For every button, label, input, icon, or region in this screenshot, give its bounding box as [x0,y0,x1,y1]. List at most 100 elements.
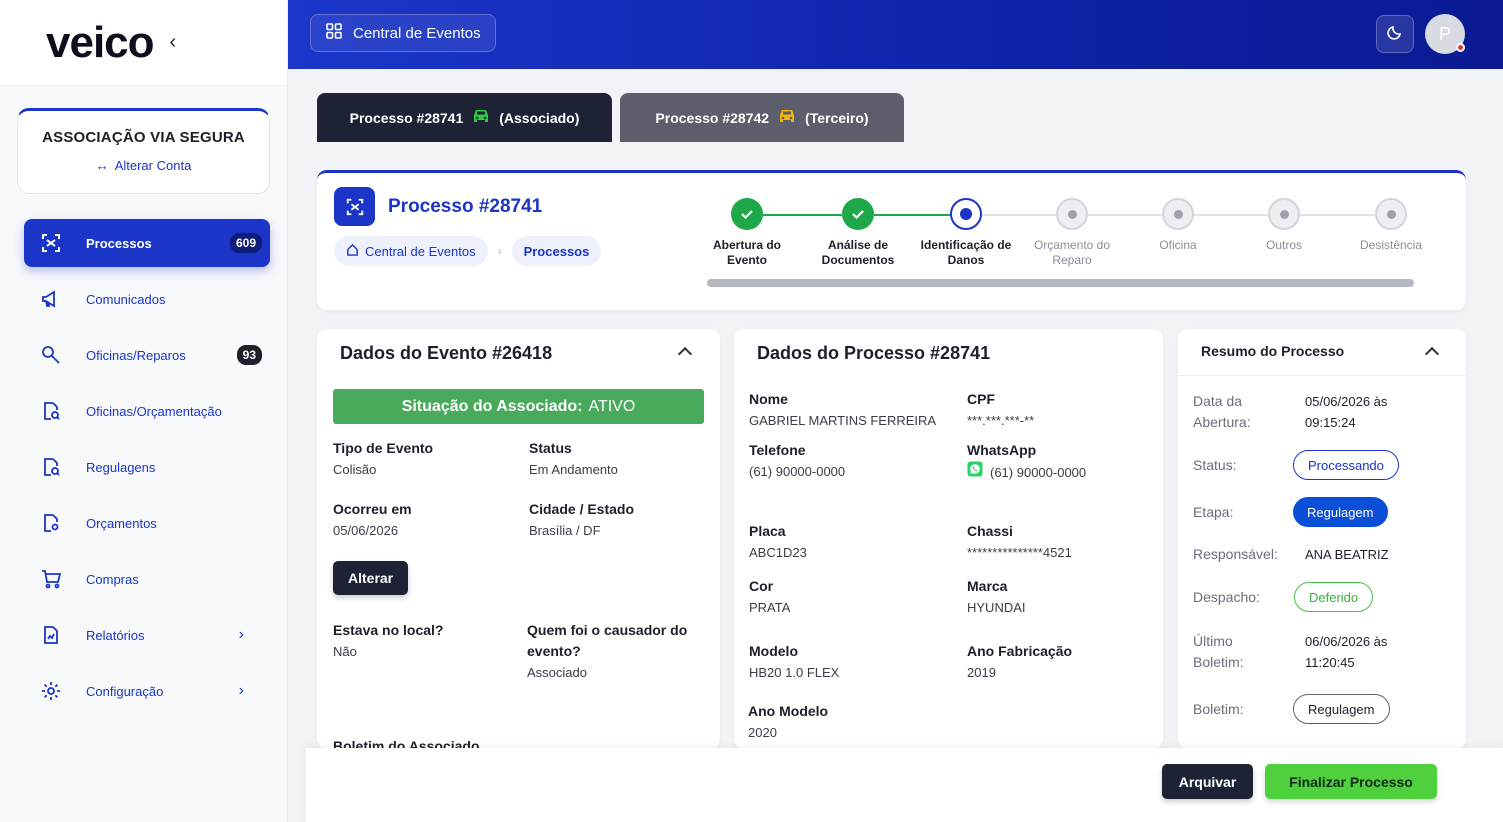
field-value: ***************4521 [967,545,1072,560]
top-header: Central de Eventos P [288,0,1503,69]
sidebar-item-oficinas-reparos[interactable]: Oficinas/Reparos 93 [24,331,270,379]
field-chassis: Chassi ***************4521 [967,521,1072,563]
sidebar-item-comunicados[interactable]: Comunicados [24,275,270,323]
document-search-icon [40,400,62,422]
step-outros[interactable]: Outros [1229,198,1339,253]
step-abertura[interactable]: Abertura do Evento [692,198,802,268]
field-value: 05/06/2026 [333,523,399,538]
wrench-icon [40,344,62,366]
status-badge: Processando [1293,450,1399,480]
field-name: Nome GABRIEL MARTINS FERREIRA [749,389,936,431]
field-value: ***.***.***-** [967,413,1035,428]
sidebar-item-orcamentos[interactable]: Orçamentos [24,499,270,547]
tab-process-terceiro[interactable]: Processo #28742 (Terceiro) [620,93,904,142]
field-value: Em Andamento [529,462,618,477]
field-whatsapp: WhatsApp (61) 90000-0000 [967,440,1086,483]
pending-step-icon [1268,198,1300,230]
theme-toggle-button[interactable] [1376,15,1414,53]
sidebar-nav: Processos 609 Comunicados Oficinas/Repar… [24,219,270,723]
action-footer: Arquivar Finalizar Processo [306,748,1503,822]
step-analise[interactable]: Análise de Documentos [803,198,913,268]
step-orcamento[interactable]: Orçamento do Reparo [1017,198,1127,268]
count-badge: 93 [236,345,262,365]
cart-icon [40,568,62,590]
account-card: ASSOCIAÇÃO VIA SEGURA ↔ Alterar Conta [17,108,270,194]
breadcrumb-home[interactable]: Central de Eventos [334,236,488,266]
process-data-card: Dados do Processo #28741 Nome GABRIEL MA… [734,329,1163,749]
switch-account-label: Alterar Conta [114,158,192,173]
breadcrumb: Central de Eventos › Processos [334,236,602,266]
sidebar-item-relatorios[interactable]: Relatórios › [24,611,270,659]
field-value: GABRIEL MARTINS FERREIRA [749,413,937,428]
event-card-title: Dados do Evento #26418 [340,343,553,363]
collapse-chevron-icon[interactable] [1424,346,1440,362]
sidebar: veico ‹ ASSOCIAÇÃO VIA SEGURA ↔ Alterar … [0,0,288,822]
summary-opening-value: 05/06/2026 às 09:15:24 [1305,394,1388,430]
sidebar-item-processos[interactable]: Processos 609 [24,219,270,267]
sidebar-item-configuracao[interactable]: Configuração › [24,667,270,715]
field-cause: Quem foi o causador do evento? Associado [527,620,707,683]
finish-process-button[interactable]: Finalizar Processo [1265,764,1437,799]
whatsapp-value-row[interactable]: (61) 90000-0000 [967,461,1086,483]
check-icon [731,198,763,230]
field-brand: Marca HYUNDAI [967,576,1026,618]
count-badge: 609 [229,233,262,253]
collapse-chevron-icon[interactable] [677,346,693,362]
page-title: Processo #28741 [388,196,543,217]
sidebar-item-compras[interactable]: Compras [24,555,270,603]
grid-icon [325,22,343,44]
bulletin-badge: Regulagem [1293,694,1390,724]
step-label: Identificação de Danos [920,238,1012,267]
summary-title: Resumo do Processo [1201,343,1345,359]
field-year-model: Ano Modelo 2020 [748,701,828,743]
report-icon [40,624,62,646]
field-color: Cor PRATA [749,576,790,618]
sidebar-item-label: Relatórios [86,627,145,643]
pending-step-icon [1375,198,1407,230]
home-icon [346,243,359,259]
account-name: ASSOCIAÇÃO VIA SEGURA [42,129,245,146]
summary-status-label: Status: [1193,457,1237,473]
field-label: Nome [749,391,788,407]
step-desistencia[interactable]: Desistência [1336,198,1446,253]
archive-button[interactable]: Arquivar [1162,764,1253,799]
process-icon [334,187,375,226]
associate-status-banner: Situação do Associado: ATIVO [333,389,704,424]
summary-opening-label: Data da Abertura: [1193,393,1251,430]
sidebar-item-regulagens[interactable]: Regulagens [24,443,270,491]
summary-bulletin-label: Boletim: [1193,701,1244,717]
tab-process-associado[interactable]: Processo #28741 (Associado) [317,93,612,142]
field-occurred: Ocorreu em 05/06/2026 [333,499,412,541]
field-city: Cidade / Estado Brasília / DF [529,499,634,541]
event-card: Dados do Evento #26418 Situação do Assoc… [317,329,720,749]
stepper-scrollbar[interactable] [707,279,1414,287]
field-phone: Telefone (61) 90000-0000 [749,440,845,482]
field-status: Status Em Andamento [529,438,618,480]
sidebar-item-oficinas-orcamentacao[interactable]: Oficinas/Orçamentação [24,387,270,435]
breadcrumb-separator: › [497,244,502,258]
breadcrumb-current[interactable]: Processos [511,236,602,266]
app-logo[interactable]: veico [46,18,155,68]
field-event-type: Tipo de Evento Colisão [333,438,433,480]
process-data-title: Dados do Processo #28741 [757,343,991,363]
status-banner-value: ATIVO [588,397,636,415]
field-value: 2019 [967,665,996,680]
field-label: Telefone [749,442,806,458]
central-eventos-button[interactable]: Central de Eventos [310,14,496,52]
tab-process-label: Processo #28742 [655,109,770,126]
car-icon [471,108,491,127]
switch-account-link[interactable]: ↔ Alterar Conta [96,158,192,173]
step-identificacao[interactable]: Identificação de Danos [911,198,1021,268]
step-oficina[interactable]: Oficina [1123,198,1233,253]
gear-icon [40,680,62,702]
document-search-icon [40,456,62,478]
field-value: (61) 90000-0000 [990,464,1087,480]
field-label: WhatsApp [967,442,1037,458]
field-label: Tipo de Evento [333,440,434,456]
field-value: ABC1D23 [749,545,807,560]
summary-card: Resumo do Processo Data da Abertura: 05/… [1178,329,1466,749]
field-label: Status [529,440,572,456]
alter-button[interactable]: Alterar [333,561,409,595]
breadcrumb-home-label: Central de Eventos [365,243,476,259]
collapse-sidebar-icon[interactable]: ‹ [170,31,177,54]
